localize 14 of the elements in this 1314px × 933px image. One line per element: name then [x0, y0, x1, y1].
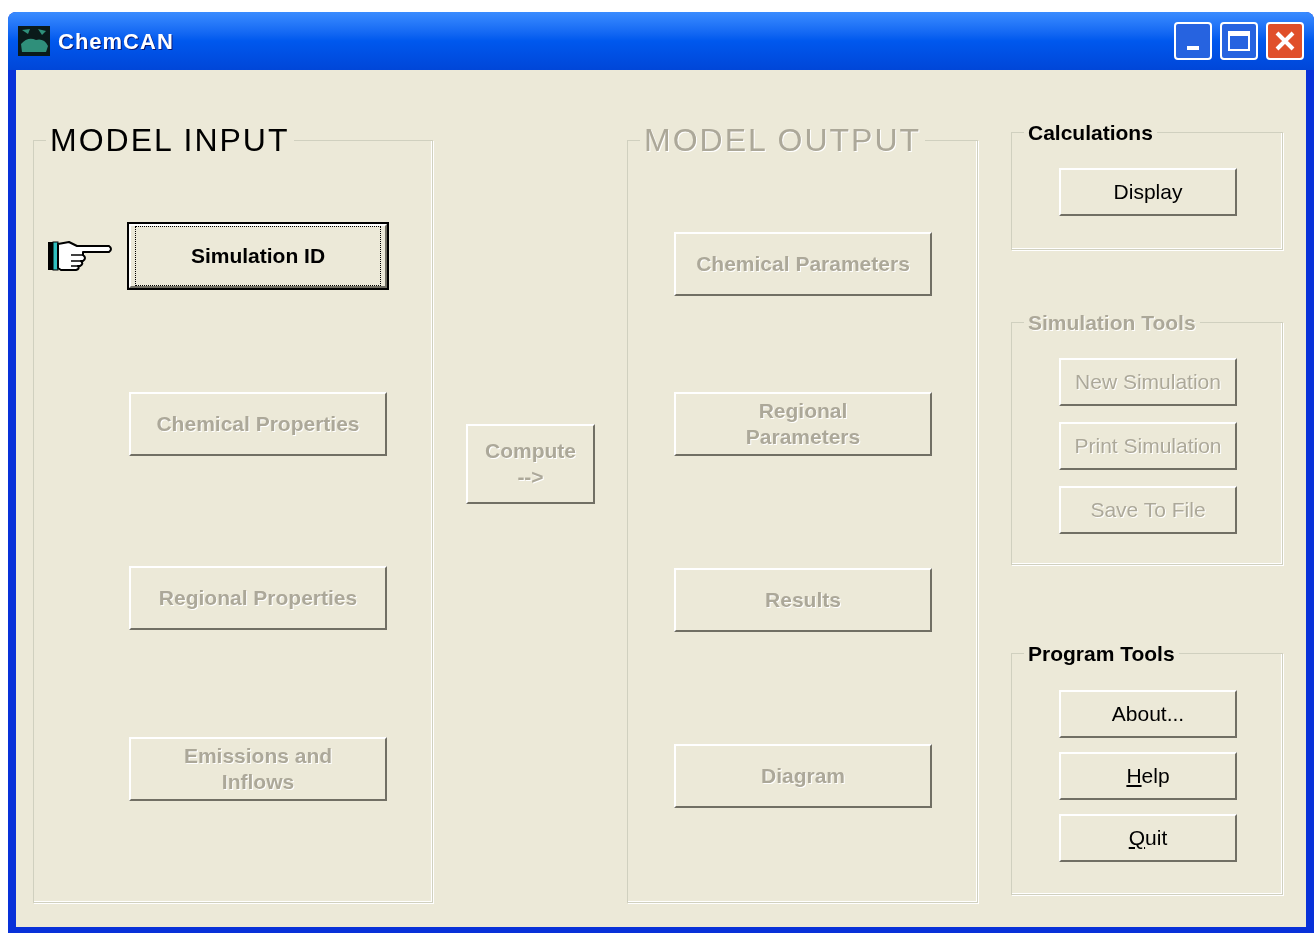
group-title: Calculations	[1024, 122, 1157, 143]
close-icon	[1274, 30, 1296, 52]
group-title: Program Tools	[1024, 643, 1179, 664]
push-button[interactable]: Simulation ID	[129, 224, 387, 288]
group-title: Simulation Tools	[1024, 312, 1200, 333]
window-title: ChemCAN	[58, 27, 175, 56]
push-button[interactable]: Display	[1059, 168, 1237, 216]
push-button[interactable]: Help	[1059, 752, 1237, 800]
maximize-button[interactable]	[1220, 22, 1258, 60]
push-button[interactable]: Quit	[1059, 814, 1237, 862]
app-icon	[18, 26, 50, 56]
push-button[interactable]: About...	[1059, 690, 1237, 738]
close-button[interactable]	[1266, 22, 1304, 60]
minimize-button[interactable]	[1174, 22, 1212, 60]
